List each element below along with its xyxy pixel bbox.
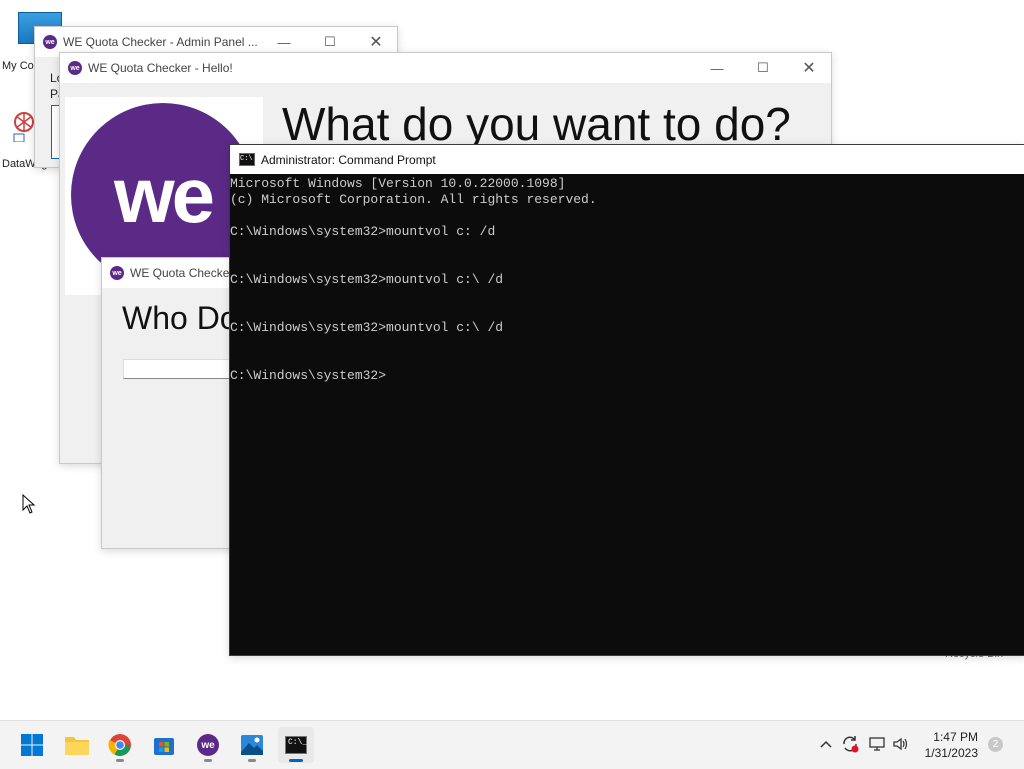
window-title: WE Quota Checker [130, 266, 234, 280]
running-indicator [248, 759, 256, 762]
volume-icon[interactable] [890, 733, 912, 755]
chrome-icon [108, 734, 131, 756]
running-indicator [204, 759, 212, 762]
we-app-icon: we [110, 266, 124, 280]
cmd-output-line [230, 208, 1024, 224]
page-heading: What do you want to do? [282, 98, 791, 150]
taskbar-file-explorer[interactable] [59, 727, 95, 763]
taskbar-store[interactable] [146, 727, 182, 763]
we-logo-text: we [113, 150, 215, 239]
we-app-icon: we [68, 61, 82, 75]
cmd-output-line [230, 304, 1024, 320]
cmd-output-line: C:\Windows\system32>mountvol c:\ /d [230, 320, 504, 335]
folder-icon [65, 737, 89, 755]
clock-date: 1/31/2023 [924, 746, 978, 760]
taskbar-cmd[interactable]: C:\_ [278, 727, 314, 763]
cmd-output-line: (c) Microsoft Corporation. All rights re… [230, 192, 597, 207]
cmd-output-line [230, 352, 1024, 368]
running-indicator [289, 759, 303, 762]
cmd-output-line [230, 288, 1024, 304]
we-app-icon: we [43, 35, 57, 49]
network-icon[interactable] [866, 733, 888, 755]
cmd-output-line: C:\Windows\system32>mountvol c:\ /d [230, 272, 504, 287]
who-heading: Who Do [122, 300, 238, 336]
taskbar-photos[interactable] [234, 727, 270, 763]
cmd-output-line [230, 256, 1024, 272]
taskbar: we C:\_ 1:47 PM 1/31/2023 2 [0, 720, 1024, 769]
cmd-titlebar[interactable]: C:\ Administrator: Command Prompt [230, 145, 1024, 174]
photos-icon [241, 735, 263, 755]
windows-start-icon [21, 734, 43, 756]
datawagon-icon [12, 108, 36, 143]
cmd-output-line [230, 240, 1024, 256]
cmd-output-line: Microsoft Windows [Version 10.0.22000.10… [230, 176, 566, 191]
window-title: Administrator: Command Prompt [261, 152, 436, 167]
close-button[interactable]: ✕ [786, 53, 832, 83]
window-title: WE Quota Checker - Admin Panel ... [63, 35, 258, 49]
clock-time: 1:47 PM [933, 730, 978, 744]
mouse-cursor-icon [22, 493, 36, 519]
cmd-output[interactable]: Microsoft Windows [Version 10.0.22000.10… [230, 174, 1024, 655]
we-app-icon: we [197, 734, 219, 756]
cmd-icon: C:\ [239, 153, 255, 166]
running-indicator [116, 759, 124, 762]
notification-count: 2 [992, 739, 999, 750]
minimize-button[interactable]: — [694, 53, 740, 83]
window-title: WE Quota Checker - Hello! [88, 61, 233, 75]
show-hidden-icons-chevron-icon[interactable] [815, 733, 837, 755]
maximize-button[interactable]: ☐ [740, 53, 786, 83]
system-clock[interactable]: 1:47 PM 1/31/2023 [925, 729, 978, 761]
taskbar-chrome[interactable] [102, 727, 138, 763]
notification-badge[interactable]: 2 [988, 737, 1003, 752]
cmd-output-line [230, 336, 1024, 352]
taskbar-start[interactable] [14, 727, 50, 763]
sync-icon[interactable] [839, 733, 861, 755]
store-icon [154, 738, 174, 755]
taskbar-we-quota[interactable]: we [190, 727, 226, 763]
cmd-window[interactable]: C:\ Administrator: Command Prompt Micros… [229, 144, 1024, 656]
cmd-icon: C:\_ [285, 736, 307, 754]
cmd-output-line: C:\Windows\system32> [230, 368, 387, 383]
desktop-icon-label: My Co [2, 60, 34, 72]
cmd-output-line: C:\Windows\system32>mountvol c: /d [230, 224, 496, 239]
